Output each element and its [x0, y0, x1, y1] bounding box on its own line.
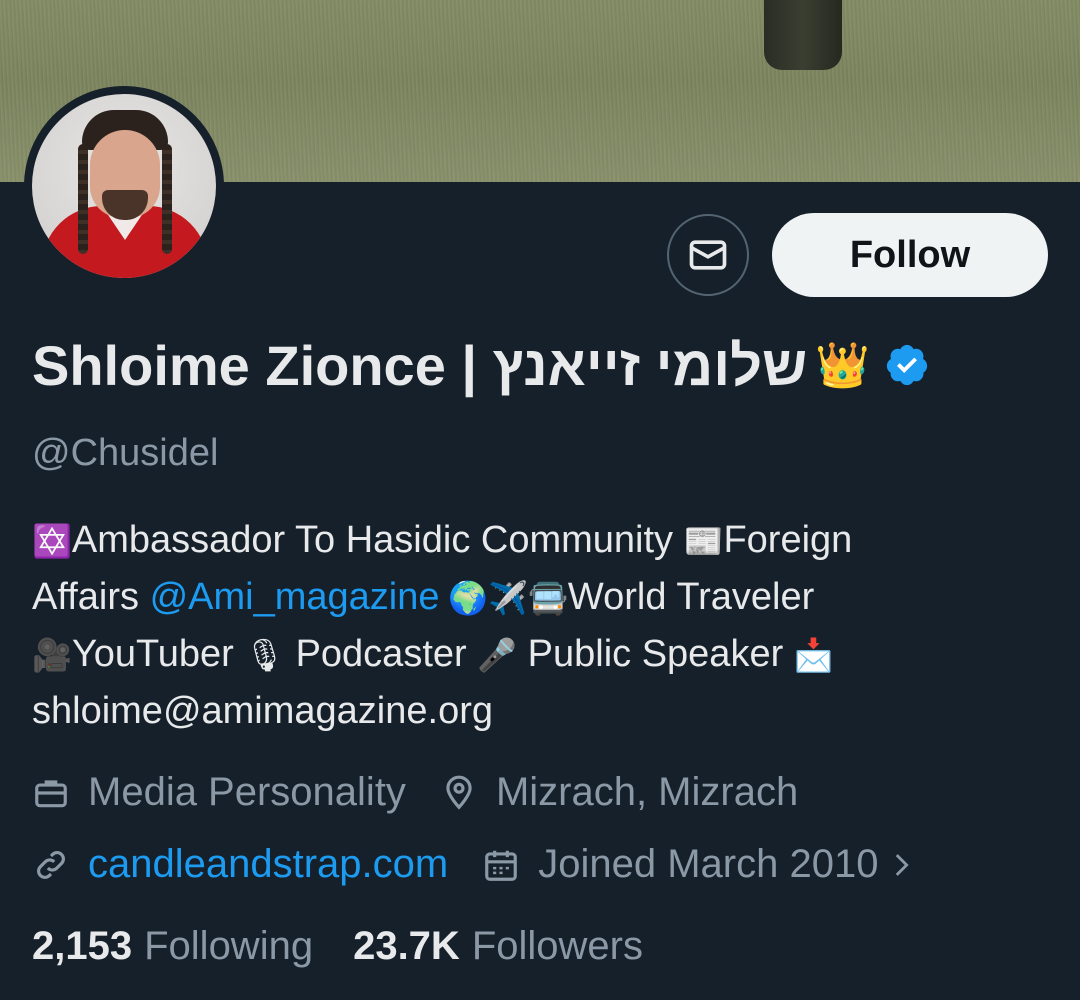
joined-date[interactable]: Joined March 2010: [482, 842, 936, 887]
bio-line-1: ✡️Ambassador To Hasidic Community 📰Forei…: [32, 512, 1052, 569]
calendar-icon: [485, 850, 518, 881]
profile-meta-row-1: Media Personality Mizrach, Mizrach: [32, 770, 832, 815]
avatar[interactable]: [24, 86, 224, 286]
display-name-text: Shloime Zionce | שלומי זייאנץ: [32, 333, 808, 397]
followers-stat[interactable]: 23.7K Followers: [353, 924, 643, 969]
location: Mizrach, Mizrach: [440, 770, 798, 815]
website-link[interactable]: candleandstrap.com: [88, 842, 448, 887]
star-of-david-emoji: ✡️: [32, 523, 72, 559]
verified-badge-icon[interactable]: [884, 342, 930, 388]
bio-text: YouTuber: [71, 633, 245, 675]
following-stat[interactable]: 2,153 Following: [32, 924, 313, 969]
envelope-icon: [689, 240, 727, 270]
follow-button[interactable]: Follow: [772, 213, 1048, 297]
link-icon: [37, 850, 65, 879]
mic-emoji: 🎤: [477, 637, 518, 673]
bio-text: Affairs: [32, 576, 150, 618]
handle: @Chusidel: [32, 432, 219, 474]
microphone-emoji: 🎙: [244, 637, 286, 673]
message-button[interactable]: [667, 214, 749, 296]
briefcase-icon: [35, 779, 67, 807]
bio-line-3: 🎥YouTuber 🎙 Podcaster 🎤 Public Speaker 📩: [32, 626, 1052, 683]
envelope-emoji: 📩: [793, 637, 834, 673]
category-text: Media Personality: [88, 770, 406, 814]
chevron-right-icon[interactable]: [884, 848, 918, 882]
travel-emojis: 🌍✈️🚍: [439, 580, 568, 616]
profile-meta-row-2: candleandstrap.com Joined March 2010: [32, 842, 970, 887]
display-name: Shloime Zionce | שלומי זייאנץ 👑: [32, 330, 930, 400]
following-label: Following: [144, 924, 314, 968]
bio-text: World Traveler: [567, 576, 815, 618]
newspaper-emoji: 📰: [683, 523, 724, 559]
bio-line-4: shloime@amimagazine.org: [32, 690, 493, 732]
location-text: Mizrach, Mizrach: [495, 770, 799, 814]
mention-link[interactable]: @Ami_magazine: [150, 576, 440, 618]
bio-line-2: Affairs @Ami_magazine 🌍✈️🚍World Traveler: [32, 569, 1052, 626]
avatar-photo: [32, 94, 216, 278]
category: Media Personality: [32, 770, 406, 815]
location-pin-icon: [446, 775, 472, 810]
bio-text: Foreign: [723, 519, 853, 561]
follow-stats: 2,153 Following 23.7K Followers: [32, 924, 683, 969]
bio-text: Ambassador To Hasidic Community: [71, 519, 684, 561]
joined-text: Joined March 2010: [538, 842, 879, 886]
website[interactable]: candleandstrap.com: [32, 842, 448, 887]
following-count: 2,153: [32, 924, 133, 968]
camera-emoji: 🎥: [32, 637, 72, 673]
followers-count: 23.7K: [353, 924, 460, 968]
bio-text: Podcaster: [285, 633, 478, 675]
bio-text: Public Speaker: [517, 633, 794, 675]
crown-emoji: 👑: [815, 341, 870, 390]
banner-object: [764, 0, 842, 70]
followers-label: Followers: [471, 924, 643, 968]
bio: ✡️Ambassador To Hasidic Community 📰Forei…: [32, 512, 1052, 739]
